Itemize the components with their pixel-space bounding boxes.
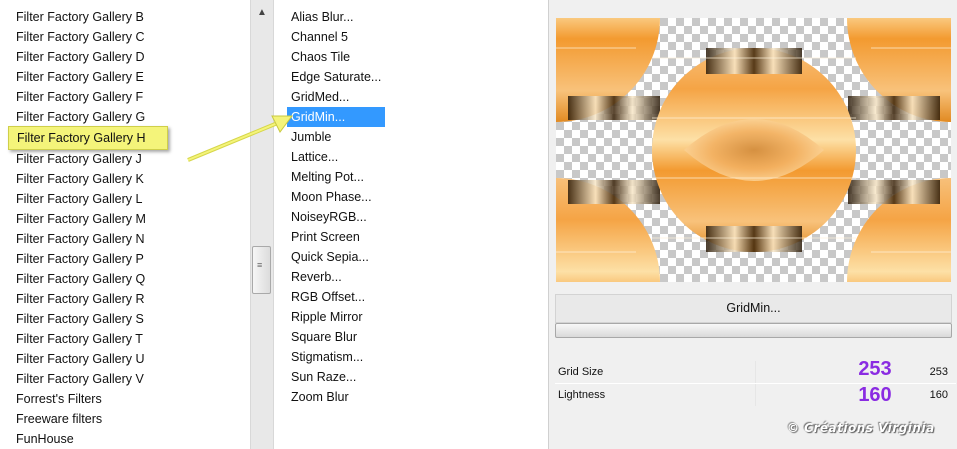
category-item[interactable]: Filter Factory Gallery L	[0, 189, 168, 209]
filter-item[interactable]: Reverb...	[287, 267, 385, 287]
category-item[interactable]: Filter Factory Gallery S	[0, 309, 168, 329]
filter-item[interactable]: GridMin...	[287, 107, 386, 127]
category-scrollbar[interactable]: ▲ ≡	[250, 0, 274, 449]
filter-item[interactable]: Quick Sepia...	[287, 247, 385, 267]
category-item[interactable]: Filter Factory Gallery H	[8, 126, 168, 150]
category-item[interactable]: FunHouse	[0, 429, 168, 449]
filter-name-button[interactable]: GridMin...	[555, 294, 952, 323]
param-value: 160	[929, 389, 948, 401]
param-label: Lightness	[558, 389, 606, 401]
filter-item[interactable]: Alias Blur...	[287, 7, 385, 27]
category-item[interactable]: Filter Factory Gallery E	[0, 67, 168, 87]
category-item[interactable]: Filter Factory Gallery M	[0, 209, 168, 229]
filter-item[interactable]: Channel 5	[287, 27, 385, 47]
filter-item[interactable]: NoiseyRGB...	[287, 207, 385, 227]
category-item[interactable]: Filter Factory Gallery N	[0, 229, 168, 249]
category-list-pane: Filter Factory Gallery B Filter Factory G…	[0, 0, 250, 449]
category-item[interactable]: Filter Factory Gallery D	[0, 47, 168, 67]
progress-bar	[555, 323, 952, 338]
category-item[interactable]: Filter Factory Gallery R	[0, 289, 168, 309]
category-item[interactable]: Filter Factory Gallery B	[0, 7, 168, 27]
annotation-lightness: 160	[858, 384, 892, 406]
grip-icon: ≡	[257, 260, 263, 270]
scrollbar-thumb[interactable]: ≡	[252, 246, 271, 294]
filter-item[interactable]: Lattice...	[287, 147, 385, 167]
category-item[interactable]: Filter Factory Gallery T	[0, 329, 168, 349]
filter-item[interactable]: Stigmatism...	[287, 347, 385, 367]
category-item[interactable]: Forrest's Filters	[0, 389, 168, 409]
category-item[interactable]: Filter Factory Gallery U	[0, 349, 168, 369]
filter-item[interactable]: RGB Offset...	[287, 287, 385, 307]
filter-item[interactable]: GridMed...	[287, 87, 385, 107]
param-label: Grid Size	[558, 366, 604, 378]
param-slider[interactable]	[755, 361, 756, 383]
filter-item[interactable]: Melting Pot...	[287, 167, 385, 187]
category-list: Filter Factory Gallery B Filter Factory G…	[0, 7, 168, 449]
category-item[interactable]: Filter Factory Gallery F	[0, 87, 168, 107]
category-item[interactable]: Filter Factory Gallery C	[0, 27, 168, 47]
category-item[interactable]: Filter Factory Gallery P	[0, 249, 168, 269]
param-value: 253	[929, 366, 948, 378]
arrow-icon	[187, 115, 293, 162]
param-slider[interactable]	[755, 384, 756, 406]
filter-item[interactable]: Jumble	[287, 127, 385, 147]
category-item[interactable]: Freeware filters	[0, 409, 168, 429]
filter-item[interactable]: Print Screen	[287, 227, 385, 247]
category-item[interactable]: Filter Factory Gallery K	[0, 169, 168, 189]
preview-image	[556, 18, 951, 282]
category-item[interactable]: Filter Factory Gallery G	[0, 107, 168, 127]
filter-item[interactable]: Sun Raze...	[287, 367, 385, 387]
filter-item[interactable]: Square Blur	[287, 327, 385, 347]
filter-item[interactable]: Chaos Tile	[287, 47, 385, 67]
category-item[interactable]: Filter Factory Gallery J	[0, 149, 168, 169]
filter-item[interactable]: Ripple Mirror	[287, 307, 385, 327]
filter-item[interactable]: Moon Phase...	[287, 187, 385, 207]
watermark: © Créations Virginia	[787, 421, 935, 435]
scroll-up-icon[interactable]: ▲	[253, 4, 271, 22]
filter-item[interactable]: Edge Saturate...	[287, 67, 385, 87]
filter-settings-panel: GridMin... Grid Size 253 Lightness 160	[548, 0, 957, 449]
category-item[interactable]: Filter Factory Gallery V	[0, 369, 168, 389]
annotation-grid-size: 253	[858, 358, 892, 380]
category-item[interactable]: Filter Factory Gallery Q	[0, 269, 168, 289]
filter-item[interactable]: Zoom Blur	[287, 387, 385, 407]
filter-list: Alias Blur... Channel 5 Chaos Tile Edge Sat…	[287, 7, 386, 407]
